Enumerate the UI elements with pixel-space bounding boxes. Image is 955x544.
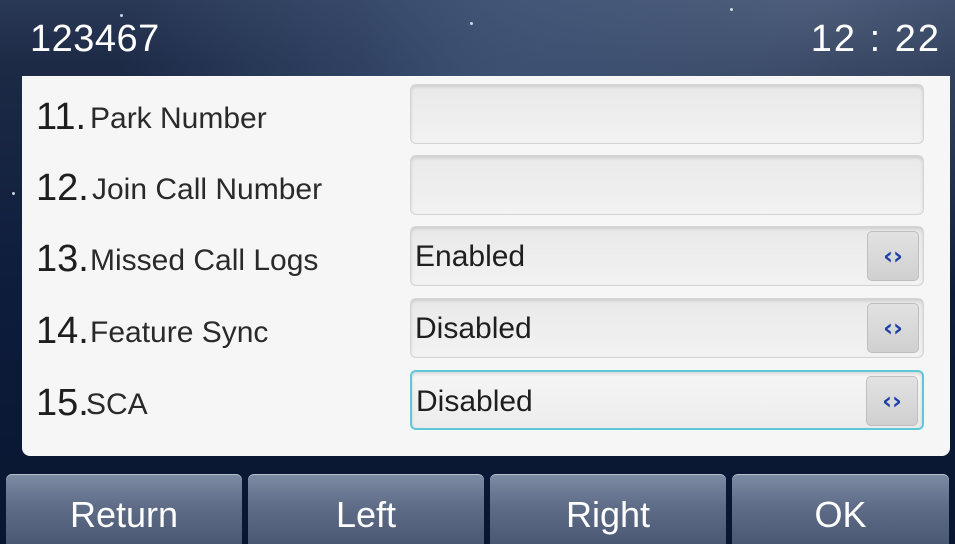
left-right-arrows-icon[interactable]: ‹› xyxy=(867,231,919,281)
clock: 12 : 22 xyxy=(810,18,941,60)
return-button[interactable]: Return xyxy=(6,474,242,544)
setting-row-park-number[interactable]: 11. Park Number xyxy=(22,82,950,146)
row-label: Join Call Number xyxy=(92,173,323,206)
status-bar: 123467 12 : 22 xyxy=(0,0,955,80)
row-label: Park Number xyxy=(90,102,267,135)
phone-screen: 123467 12 : 22 11. Park Number 12. Join … xyxy=(0,0,955,544)
right-button[interactable]: Right xyxy=(490,474,726,544)
left-right-arrows-icon[interactable]: ‹› xyxy=(867,303,919,353)
field-value: Enabled xyxy=(415,240,526,273)
softkey-label: Return xyxy=(69,494,179,535)
star-decoration xyxy=(12,192,15,195)
row-index: 14. xyxy=(36,310,89,352)
setting-row-missed-call-logs[interactable]: 13. Missed Call Logs Enabled ‹› xyxy=(22,224,950,288)
softkey-label: OK xyxy=(814,494,867,535)
row-index: 13. xyxy=(36,238,89,280)
ok-button[interactable]: OK xyxy=(732,474,949,544)
row-label: Missed Call Logs xyxy=(90,244,319,277)
softkey-label: Right xyxy=(565,494,651,535)
softkey-bar: Return Left Right OK xyxy=(0,474,955,544)
row-index: 12. xyxy=(36,167,89,209)
field-value: Disabled xyxy=(415,312,532,345)
softkey-label: Left xyxy=(335,494,397,535)
left-button[interactable]: Left xyxy=(248,474,484,544)
park-number-input[interactable] xyxy=(410,84,924,144)
join-call-number-input[interactable] xyxy=(410,155,924,215)
settings-panel: 11. Park Number 12. Join Call Number 13.… xyxy=(22,76,950,456)
setting-row-join-call-number[interactable]: 12. Join Call Number xyxy=(22,153,950,217)
sca-select[interactable]: Disabled ‹› xyxy=(410,370,924,430)
feature-sync-select[interactable]: Disabled ‹› xyxy=(410,298,924,358)
setting-row-sca[interactable]: 15. SCA Disabled ‹› xyxy=(22,368,950,432)
row-label: Feature Sync xyxy=(90,316,269,349)
left-right-arrows-icon[interactable]: ‹› xyxy=(866,376,918,426)
row-label: SCA xyxy=(86,388,148,421)
missed-call-logs-select[interactable]: Enabled ‹› xyxy=(410,226,924,286)
row-index: 15. xyxy=(36,382,89,424)
setting-row-feature-sync[interactable]: 14. Feature Sync Disabled ‹› xyxy=(22,296,950,360)
field-value: Disabled xyxy=(416,385,533,418)
row-index: 11. xyxy=(36,96,87,138)
account-label: 123467 xyxy=(30,18,160,60)
